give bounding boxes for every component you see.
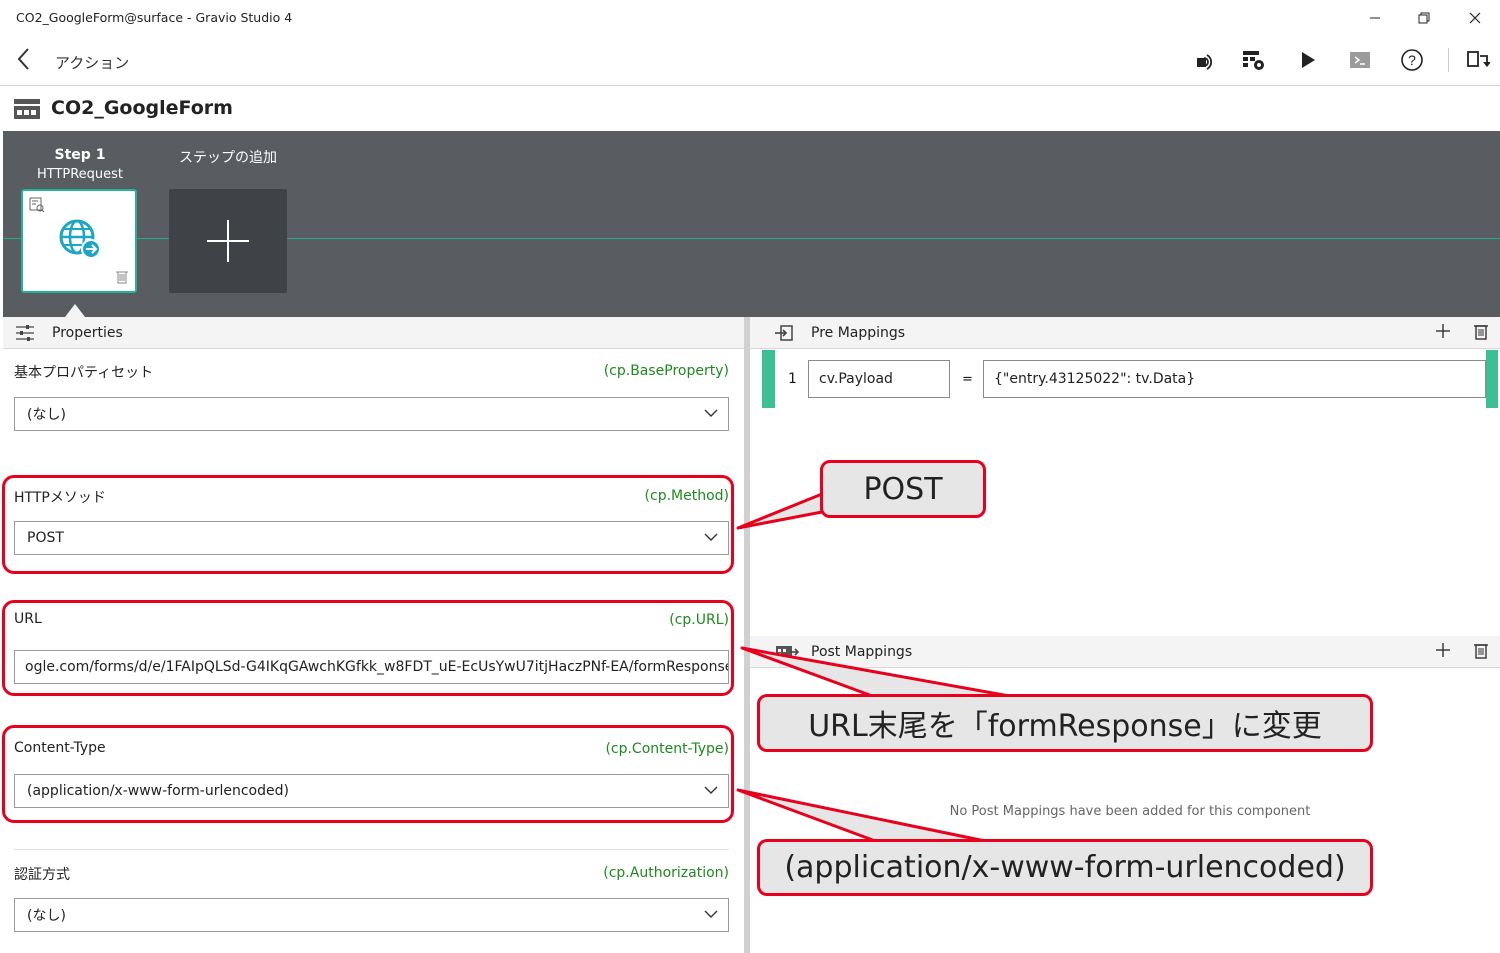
url-callout: URL末尾を「formResponse」に変更 (757, 694, 1373, 752)
callout-pointers (736, 492, 1017, 844)
content-type-callout: (application/x-www-form-urlencoded) (757, 839, 1373, 896)
method-callout: POST (820, 460, 986, 518)
